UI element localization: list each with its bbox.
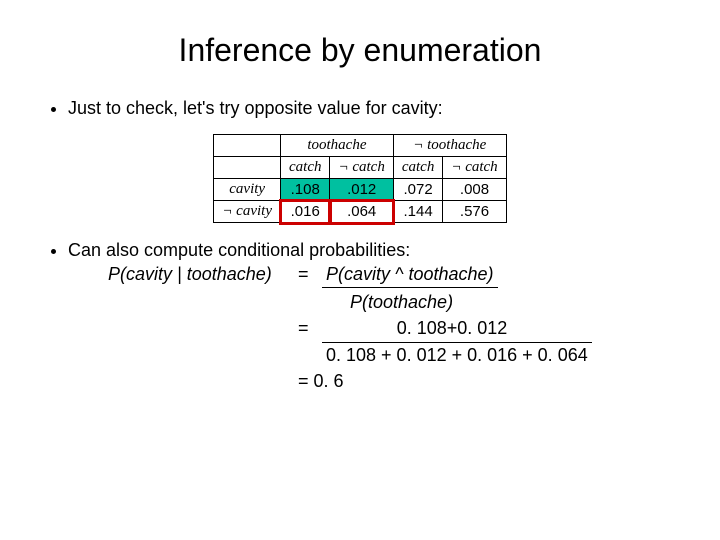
cell-notcavity-ntc: .144 <box>393 201 442 223</box>
bullet-1: Just to check, let's try opposite value … <box>68 97 680 120</box>
eq-rhs1-denom-wrap: P(toothache) <box>346 290 457 314</box>
bullet-list-2: Can also compute conditional probabiliti… <box>40 239 680 393</box>
eq-rhs2-denom-wrap: 0. 108 + 0. 012 + 0. 016 + 0. 064 <box>322 342 592 368</box>
header-blank <box>214 135 281 157</box>
eq-rhs2-num: 0. 108+0. 012 <box>322 317 582 340</box>
cell-cavity-tc: .108 <box>281 179 330 201</box>
subheader-blank <box>214 157 281 179</box>
row-label-cavity: cavity <box>214 179 281 201</box>
probability-table: toothache ¬ toothache catch ¬ catch catc… <box>213 134 506 223</box>
table-header-row-1: toothache ¬ toothache <box>214 135 506 157</box>
cell-notcavity-tnc: .064 <box>330 201 393 223</box>
subheader-notcatch-1: ¬ catch <box>330 157 393 179</box>
slide-title: Inference by enumeration <box>40 32 680 69</box>
eq-result: = 0. 6 <box>298 370 344 393</box>
row-label-notcavity: ¬ cavity <box>214 201 281 223</box>
eq-rhs2-denom: 0. 108 + 0. 012 + 0. 016 + 0. 064 <box>322 342 592 368</box>
cell-cavity-ntc: .072 <box>393 179 442 201</box>
eq-equals-1: = <box>298 263 322 286</box>
bullet-2-text: Can also compute conditional probabiliti… <box>68 240 410 260</box>
eq-line-2b: 0. 108 + 0. 012 + 0. 016 + 0. 064 <box>108 342 680 368</box>
bullet-2: Can also compute conditional probabiliti… <box>68 239 680 393</box>
table-row: cavity .108 .012 .072 .008 <box>214 179 506 201</box>
subheader-catch-2: catch <box>393 157 442 179</box>
eq-lhs: P(cavity | toothache) <box>108 263 298 286</box>
cell-notcavity-ntnc: .576 <box>443 201 506 223</box>
eq-rhs-2: 0. 108+0. 012 <box>322 317 582 340</box>
eq-line-1b: P(toothache) <box>108 290 680 314</box>
cell-cavity-ntnc: .008 <box>443 179 506 201</box>
equation-block: P(cavity | toothache) = P(cavity ^ tooth… <box>68 263 680 394</box>
subheader-catch-1: catch <box>281 157 330 179</box>
eq-rhs1-denom: P(toothache) <box>346 290 457 314</box>
cell-cavity-tnc: .012 <box>330 179 393 201</box>
eq-rhs1-num: P(cavity ^ toothache) <box>322 263 498 288</box>
header-toothache: toothache <box>281 135 394 157</box>
eq-rhs-1: P(cavity ^ toothache) <box>322 263 498 288</box>
subheader-notcatch-2: ¬ catch <box>443 157 506 179</box>
eq-line-3: = 0. 6 <box>108 370 680 393</box>
bullet-list: Just to check, let's try opposite value … <box>40 97 680 120</box>
table-header-row-2: catch ¬ catch catch ¬ catch <box>214 157 506 179</box>
probability-table-wrap: toothache ¬ toothache catch ¬ catch catc… <box>40 134 680 223</box>
eq-equals-2: = <box>298 317 322 340</box>
eq-line-2: = 0. 108+0. 012 <box>108 317 680 340</box>
eq-line-1: P(cavity | toothache) = P(cavity ^ tooth… <box>108 263 680 288</box>
slide: Inference by enumeration Just to check, … <box>0 0 720 540</box>
header-not-toothache: ¬ toothache <box>393 135 506 157</box>
cell-notcavity-tc: .016 <box>281 201 330 223</box>
table-row: ¬ cavity .016 .064 .144 .576 <box>214 201 506 223</box>
